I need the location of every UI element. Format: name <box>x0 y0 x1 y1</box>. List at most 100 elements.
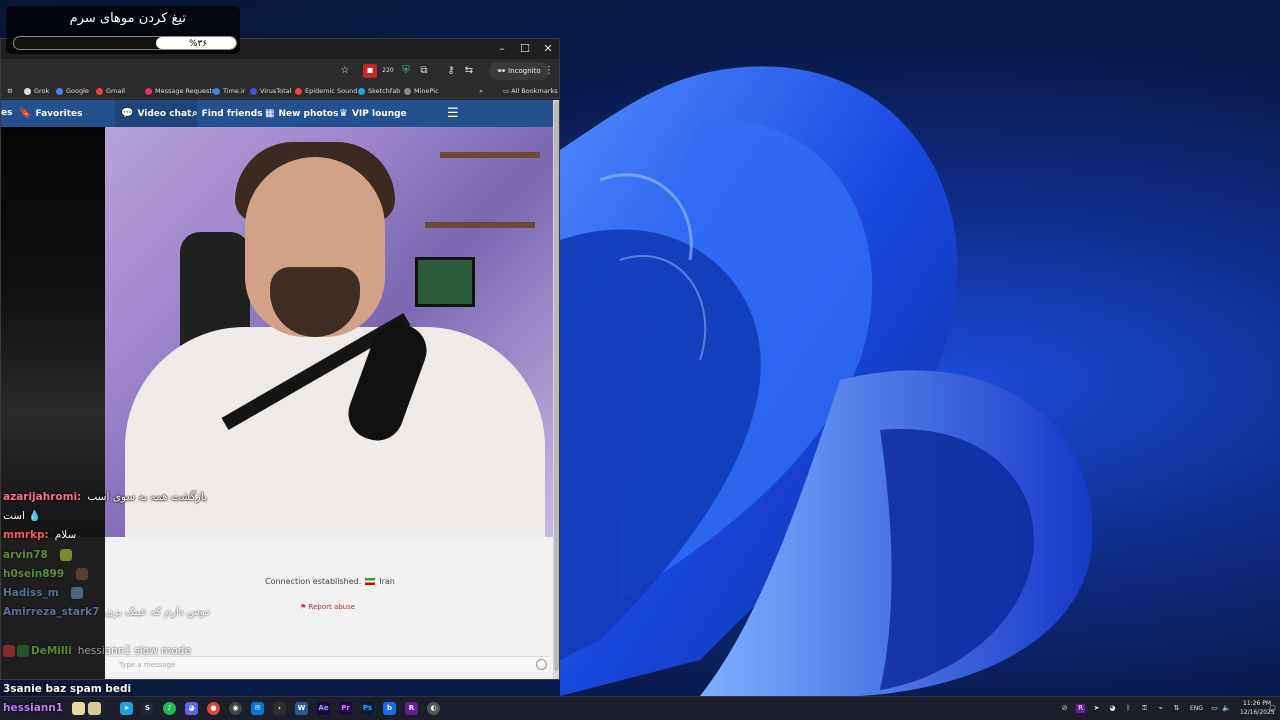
report-abuse-link[interactable]: ⚑ Report abuse <box>300 603 355 611</box>
chat-message: Amirreza_stark7 دوس دارم که عینک بزن <box>3 605 210 619</box>
connection-status: Connection established. Iran <box>265 577 395 586</box>
chat-bubble-icon: 💬 <box>121 108 134 119</box>
avatar <box>70 587 83 599</box>
chat-message: است 💧 <box>3 509 41 523</box>
chat-message: 3sanie baz spam bedi <box>3 682 131 696</box>
bookmark-sketchfab[interactable]: Sketchfab <box>358 85 400 97</box>
clock-time[interactable]: 11:26 PM <box>1243 700 1271 707</box>
translate-icon[interactable]: ⇆ <box>462 64 476 78</box>
goal-progress-bar: %۳۶ <box>13 36 237 50</box>
emoji-icon[interactable] <box>536 659 547 670</box>
puzzle-icon[interactable]: ⧉ <box>417 64 431 78</box>
apps-icon[interactable]: ⚙ <box>7 85 13 97</box>
chat-username: azarijahromi: <box>3 491 82 503</box>
avatar <box>59 549 72 561</box>
chat-message: h0sein899 <box>3 567 89 581</box>
taskbar-widget-icon[interactable] <box>72 702 85 715</box>
nav-new-photos[interactable]: ▦ New photos <box>265 100 338 127</box>
chat-message: hessiann1 <box>3 701 69 715</box>
chat-username: hessiann1 <box>3 702 64 714</box>
crown-icon: ♛ <box>339 108 348 119</box>
bookmark-google[interactable]: Google <box>56 85 89 97</box>
nav-video-chat[interactable]: 💬 Video chat <box>115 100 198 127</box>
word-icon[interactable]: W <box>295 702 308 715</box>
volume-icon[interactable]: 🔈 <box>1222 704 1231 713</box>
chat-text: hessiann1 slow mode <box>77 645 191 657</box>
bookmark-minepic[interactable]: MinePic <box>404 85 439 97</box>
iran-flag-icon <box>365 578 376 585</box>
password-key-icon[interactable]: ⚷ <box>444 64 458 78</box>
search-icon: ⌕ <box>192 108 198 119</box>
behance-icon[interactable]: b <box>383 702 396 715</box>
telegram-icon[interactable]: ➤ <box>120 702 133 715</box>
bookmark-message-requests[interactable]: Message Requests <box>145 85 215 97</box>
after-effects-icon[interactable]: Ae <box>317 702 330 715</box>
nav-favorites[interactable]: 🔖 Favorites <box>19 100 82 127</box>
bookmark-time-ir[interactable]: Time.ir <box>213 85 245 97</box>
github-icon[interactable]: ◉ <box>229 702 242 715</box>
language-indicator[interactable]: ENG <box>1190 705 1203 712</box>
background-monitor <box>415 257 475 307</box>
maximize-button[interactable]: ☐ <box>514 41 536 57</box>
tray-lock-icon[interactable]: ⚿ <box>1140 704 1149 713</box>
chat-message: arvin78 <box>3 548 72 562</box>
bookmark-virustotal[interactable]: VirusTotal <box>250 85 291 97</box>
minimize-button[interactable]: – <box>491 41 513 57</box>
bookmark-epidemic-sound[interactable]: Epidemic Sound <box>295 85 357 97</box>
badge-icon <box>3 645 15 657</box>
premiere-icon[interactable]: Pr <box>339 702 352 715</box>
terminal-icon[interactable]: › <box>273 702 286 715</box>
all-bookmarks-folder[interactable]: ▭ All Bookmarks <box>503 85 558 97</box>
tray-icon[interactable]: ⌁ <box>1156 704 1165 713</box>
bookmark-star-icon[interactable]: ☆ <box>338 64 352 78</box>
chat-text: دوس دارم که عینک بزن <box>105 606 210 618</box>
shield-icon[interactable]: ⛨ <box>399 64 413 78</box>
bookmark-grok[interactable]: Grok <box>24 85 49 97</box>
avatar <box>76 568 89 580</box>
steam-icon[interactable]: S <box>141 702 154 715</box>
close-button[interactable]: ✕ <box>537 41 559 57</box>
chat-text: بازگشت همه به سوی اسب <box>87 491 207 503</box>
tray-network-icon[interactable]: ⇅ <box>1172 704 1181 713</box>
site-navigation: es 🔖 Favorites 💬 Video chat ⌕ Find friends … <box>1 100 553 127</box>
chat-message: mmrkp: سلام <box>3 528 76 542</box>
bookmarks-bar: ⚙ Grok Google Gmail Message Requests Tim… <box>1 83 559 99</box>
nav-vip-lounge[interactable]: ♛ VIP lounge <box>339 100 407 127</box>
goal-percent: %۳۶ <box>189 39 208 49</box>
chat-username: DeMilli <box>31 645 72 657</box>
tray-r-icon[interactable]: R <box>1076 704 1085 713</box>
mail-icon[interactable]: ✉ <box>251 702 264 715</box>
scrollbar-thumb[interactable] <box>554 101 559 671</box>
bookmark-icon: 🔖 <box>19 108 32 119</box>
hamburger-menu-icon[interactable]: ☰ <box>447 100 459 127</box>
tray-icon[interactable]: ⊘ <box>1060 704 1069 713</box>
bookmark-gmail[interactable]: Gmail <box>96 85 125 97</box>
extension-icon[interactable]: ▪ <box>363 64 377 78</box>
photoshop-icon[interactable]: Ps <box>361 702 374 715</box>
chat-username: h0sein899 <box>3 568 65 580</box>
menu-kebab-icon[interactable]: ⋮ <box>542 64 556 78</box>
chat-username: arvin78 <box>3 549 48 561</box>
folder-icon: ▭ <box>503 87 512 95</box>
extension-badge-icon[interactable]: 220 <box>381 64 395 78</box>
spotify-icon[interactable]: ♪ <box>163 702 176 715</box>
tray-discord-icon[interactable]: ◕ <box>1108 704 1117 713</box>
nav-item-partial[interactable]: es <box>1 100 12 127</box>
chat-message: DeMilli hessiann1 slow mode <box>3 644 191 658</box>
chrome-icon[interactable]: ● <box>207 702 220 715</box>
bookmarks-overflow-button[interactable]: » <box>479 85 483 97</box>
tray-telegram-icon[interactable]: ➤ <box>1092 704 1101 713</box>
app-icon[interactable]: ◐ <box>427 702 440 715</box>
chat-text: است 💧 <box>3 510 42 522</box>
notification-icon[interactable]: ▢ <box>1268 704 1277 713</box>
discord-icon[interactable]: ◕ <box>185 702 198 715</box>
taskbar-widget-icon[interactable] <box>88 702 101 715</box>
message-input[interactable]: Type a message <box>109 656 549 672</box>
tray-bluetooth-icon[interactable]: ᛒ <box>1124 704 1133 713</box>
stream-goal-overlay: تیغ کردن موهای سرم %۳۶ <box>6 6 240 54</box>
r-app-icon[interactable]: R <box>405 702 418 715</box>
monitor-icon[interactable]: ▭ <box>1210 704 1219 713</box>
nav-find-friends[interactable]: ⌕ Find friends <box>192 100 263 127</box>
chat-message: azarijahromi: بازگشت همه به سوی اسب <box>3 490 207 504</box>
incognito-indicator[interactable]: 🕶 Incognito <box>489 62 549 80</box>
